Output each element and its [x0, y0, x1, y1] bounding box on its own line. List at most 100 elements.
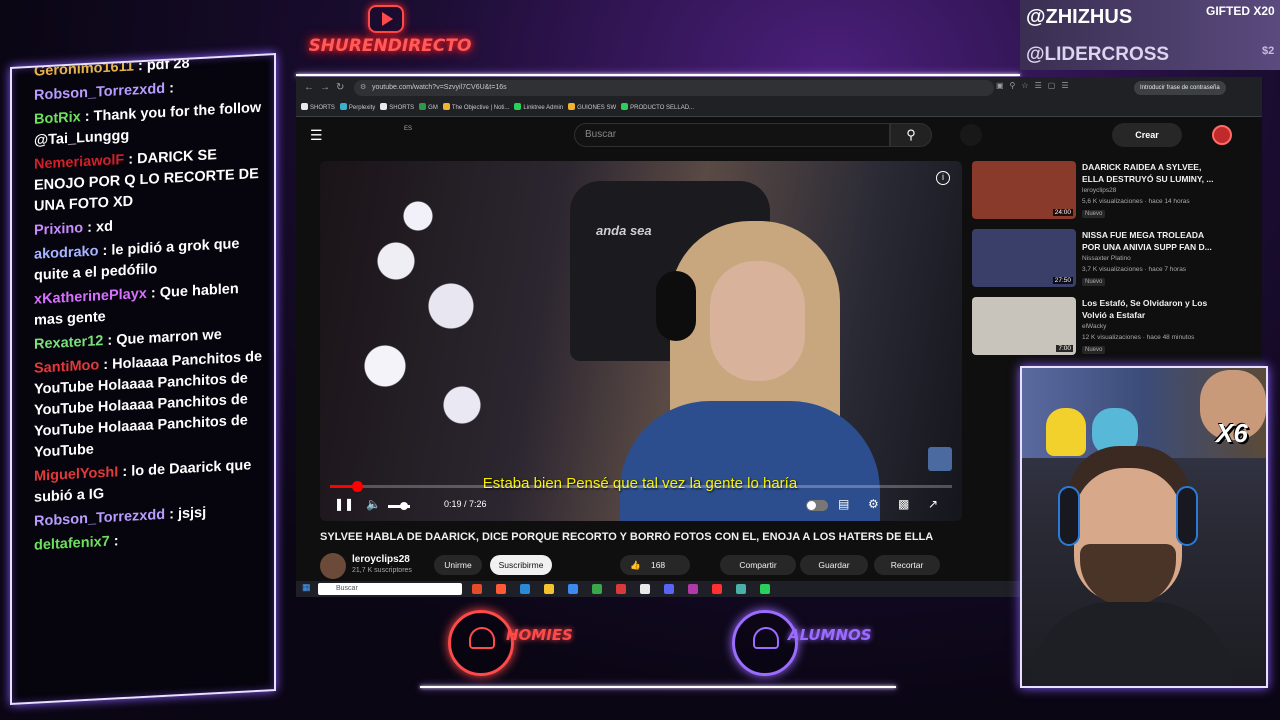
channel-avatar[interactable]: [320, 553, 346, 579]
taskbar-search-input[interactable]: Buscar: [318, 583, 462, 595]
new-badge: Nuevo: [1082, 346, 1106, 354]
neon-line-top: [296, 74, 1020, 76]
info-icon[interactable]: i: [936, 171, 950, 185]
miniplayer-icon[interactable]: ▩: [898, 497, 909, 511]
taskbar-app-icon[interactable]: [616, 584, 626, 594]
windows-start-icon[interactable]: ▦: [302, 582, 311, 593]
channel-watermark[interactable]: [928, 447, 952, 471]
neon-line-bottom: [420, 686, 896, 688]
taskbar-app-icon[interactable]: [568, 584, 578, 594]
bookmark-favicon-icon: [442, 103, 450, 110]
chat-username[interactable]: Geronimo1611: [34, 58, 134, 79]
pause-icon[interactable]: ❚❚: [334, 497, 354, 511]
gift-amount: $2: [1262, 45, 1275, 57]
chat-username[interactable]: deltafenix7: [34, 534, 110, 554]
account-avatar[interactable]: [1212, 125, 1232, 145]
chat-username[interactable]: akodrako: [34, 243, 98, 262]
thumbs-up-icon: 👍: [630, 560, 641, 570]
taskbar-app-icon[interactable]: [592, 584, 602, 594]
settings-gear-icon[interactable]: ⚙: [868, 497, 879, 511]
address-bar[interactable]: ⚙ youtube.com/watch?v=Szvyil7CV6U&t=16s: [354, 80, 994, 96]
chat-username[interactable]: NemeriawolF: [34, 152, 124, 173]
taskbar-app-icon[interactable]: [544, 584, 554, 594]
video-person-face: [710, 261, 805, 381]
volume-knob[interactable]: [400, 502, 408, 510]
logo-label: ALUMNOS: [788, 626, 872, 644]
search-input[interactable]: Buscar: [574, 123, 890, 147]
password-pill[interactable]: Introducir frase de contraseña: [1134, 81, 1226, 95]
chat-text: Que marron we: [116, 326, 222, 349]
chat-message-list: Geronimo1611 : pdf 28 Robson_Torrezxdd : …: [34, 53, 264, 560]
toolbar-extension-icons[interactable]: ▣⚲☆☰▢☰: [996, 81, 1075, 90]
recommended-thumbnail[interactable]: 7:00: [972, 297, 1076, 355]
like-button[interactable]: 👍 168: [620, 555, 690, 575]
recommended-channel[interactable]: leroyclips28: [1082, 187, 1116, 194]
video-player[interactable]: anda sea i Estaba bien Pensé que tal vez…: [320, 161, 962, 521]
recommended-channel[interactable]: Nissaxter Platino: [1082, 255, 1131, 262]
taskbar-app-icon[interactable]: [520, 584, 530, 594]
recommended-video[interactable]: 7:00 Los Estafó, Se Olvidaron y Los Volvi…: [972, 297, 1262, 363]
chat-username[interactable]: SantiMoo: [34, 357, 99, 376]
progress-scrubber[interactable]: [351, 481, 363, 492]
recommended-title[interactable]: NISSA FUE MEGA TROLEADA POR UNA ANIVIA S…: [1082, 229, 1222, 253]
taskbar-app-icon[interactable]: [496, 584, 506, 594]
reload-icon[interactable]: ↻: [336, 82, 344, 93]
chat-username[interactable]: MiguelYoshI: [34, 464, 118, 484]
create-button[interactable]: Crear: [1112, 123, 1182, 147]
volume-icon[interactable]: 🔈: [366, 497, 381, 511]
autoplay-toggle[interactable]: [806, 500, 828, 511]
fullscreen-icon[interactable]: ↗: [928, 497, 938, 511]
chat-username[interactable]: BotRix: [34, 109, 81, 127]
bookmark-item[interactable]: SHORTS: [380, 99, 414, 116]
country-code: ES: [404, 126, 413, 132]
recommended-thumbnail[interactable]: 24:00: [972, 161, 1076, 219]
chat-separator: :: [99, 356, 113, 374]
share-button[interactable]: Compartir: [720, 555, 796, 575]
bookmark-item[interactable]: GM: [419, 99, 438, 116]
site-info-icon[interactable]: ⚙: [360, 80, 366, 96]
bookmark-favicon-icon: [339, 103, 347, 110]
taskbar-app-icon[interactable]: [664, 584, 674, 594]
join-button[interactable]: Unirme: [434, 555, 482, 575]
taskbar-app-icon[interactable]: [736, 584, 746, 594]
voice-search-icon[interactable]: [960, 124, 982, 146]
taskbar-app-icon[interactable]: [760, 584, 770, 594]
bookmark-item[interactable]: SHORTS: [301, 99, 335, 116]
bookmark-item[interactable]: PRODUCTO SELLAD...: [621, 99, 694, 116]
chat-username[interactable]: Robson_Torrezxdd: [34, 81, 165, 104]
taskbar-app-icon[interactable]: [472, 584, 482, 594]
recommended-channel[interactable]: elWacky: [1082, 323, 1106, 330]
recommended-video[interactable]: 24:00 DAARICK RAIDEA A SYLVEE, ELLA DESTR…: [972, 161, 1262, 227]
bookmark-item[interactable]: The Objective | Noti...: [442, 99, 509, 116]
recommended-video[interactable]: 27:50 NISSA FUE MEGA TROLEADA POR UNA ANI…: [972, 229, 1262, 295]
taskbar-app-icon[interactable]: [712, 584, 722, 594]
video-headphones: [656, 271, 696, 341]
menu-icon[interactable]: ☰: [310, 127, 323, 144]
bookmark-item[interactable]: Linktree Admin: [514, 99, 563, 116]
chat-username[interactable]: Robson_Torrezxdd: [34, 507, 165, 530]
recommended-stats: 5,6 K visualizaciones · hace 14 horas: [1082, 198, 1190, 205]
recommended-title[interactable]: DAARICK RAIDEA A SYLVEE, ELLA DESTRUYÓ S…: [1082, 161, 1222, 185]
chat-username[interactable]: Prixino: [34, 220, 83, 239]
save-button[interactable]: Guardar: [800, 555, 868, 575]
back-icon[interactable]: ←: [304, 82, 314, 93]
taskbar-app-icon[interactable]: [640, 584, 650, 594]
bookmark-item[interactable]: Perplexity: [339, 99, 375, 116]
recommended-title[interactable]: Los Estafó, Se Olvidaron y Los Volvió a …: [1082, 297, 1222, 321]
chat-username[interactable]: xKatherinePlayx: [34, 286, 147, 308]
search-icon[interactable]: ⚲: [890, 123, 932, 147]
chat-separator: :: [165, 506, 178, 523]
progress-bar[interactable]: [330, 481, 952, 492]
chat-username[interactable]: Rexater12: [34, 333, 103, 353]
taskbar-app-icon[interactable]: [688, 584, 698, 594]
subtitles-icon[interactable]: ▤: [838, 497, 849, 511]
bookmark-favicon-icon: [301, 103, 308, 110]
channel-name[interactable]: leroyclips28: [352, 554, 410, 565]
recommended-thumbnail[interactable]: 27:50: [972, 229, 1076, 287]
subscribe-button[interactable]: Suscribirme: [490, 555, 552, 575]
bookmark-item[interactable]: GUIONES SW: [568, 99, 616, 116]
bookmark-favicon-icon: [419, 103, 427, 110]
forward-icon[interactable]: →: [320, 82, 330, 93]
chat-text: pdf 28: [146, 55, 190, 74]
clip-button[interactable]: Recortar: [874, 555, 940, 575]
